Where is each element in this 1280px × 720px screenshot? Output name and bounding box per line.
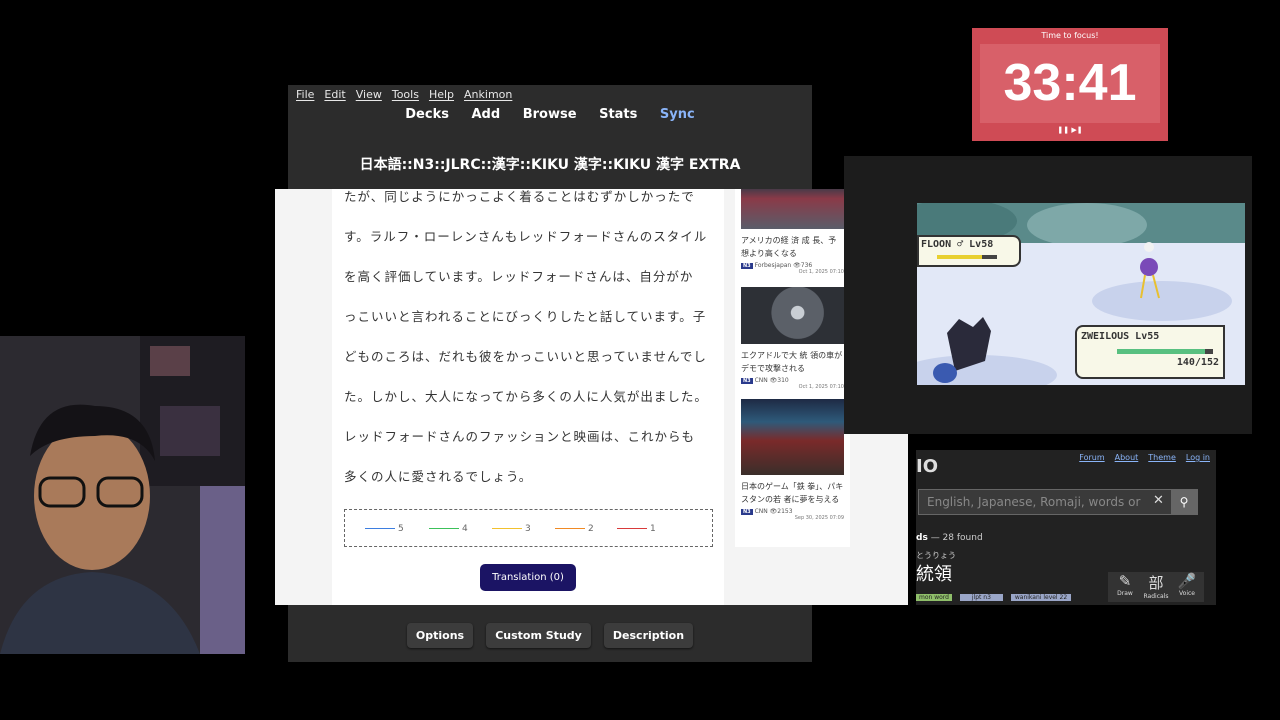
legend-item: 1 xyxy=(617,524,656,534)
search-input[interactable]: English, Japanese, Romaji, words or t xyxy=(927,495,1142,509)
deck-bottom-bar: Options Custom Study Description xyxy=(288,623,812,648)
tag: mon word xyxy=(916,594,952,601)
legend-swatch xyxy=(555,528,585,529)
legend-swatch xyxy=(365,528,395,529)
results-count: ds — 28 found xyxy=(916,533,983,543)
legend-item: 5 xyxy=(365,524,404,534)
decks-button[interactable]: Decks xyxy=(405,107,449,122)
news-item[interactable]: 日本のゲーム「鉄 拳」、パキスタンの若 者に夢を与える N3 CNN 👁2153… xyxy=(741,399,844,521)
webcam-image xyxy=(0,336,245,654)
custom-study-button[interactable]: Custom Study xyxy=(486,623,591,648)
legend-item: 4 xyxy=(429,524,468,534)
main-toolbar: Decks Add Browse Stats Sync xyxy=(288,107,812,122)
timer-controls[interactable]: ❚❚ ▶❚ xyxy=(972,126,1168,134)
news-item[interactable]: エクアドルで大 統 領の車がデモで攻撃される N3 CNN 👁310 Oct 1… xyxy=(741,287,844,390)
word-kanji: 統領 xyxy=(916,564,952,585)
enemy-name: FLOON ♂ Lv58 xyxy=(921,239,994,250)
focus-timer: Time to focus! 33:41 ❚❚ ▶❚ xyxy=(972,28,1168,141)
radicals-tool[interactable]: 部 Radicals xyxy=(1141,572,1171,600)
article-line: す。ラルフ・ローレンさんもレッドフォードさんのスタイル xyxy=(344,229,708,244)
news-date: Oct 1, 2025 07:10 xyxy=(798,269,844,275)
menu-bar: File Edit View Tools Help Ankimon xyxy=(296,88,522,101)
news-title[interactable]: エクアドルで大 統 領の車がデモで攻撃される xyxy=(741,349,844,375)
tag: wanikani level 22 xyxy=(1010,594,1072,601)
jisho-search-box: English, Japanese, Romaji, words or t ✕ … xyxy=(918,489,1198,515)
news-thumbnail[interactable] xyxy=(741,287,844,344)
search-icon[interactable]: ⚲ xyxy=(1171,490,1197,514)
draw-tool[interactable]: ✎ Draw xyxy=(1110,572,1140,597)
enemy-pokemon xyxy=(1140,258,1158,276)
voice-tool[interactable]: 🎤 Voice xyxy=(1172,572,1202,597)
microphone-icon: 🎤 xyxy=(1177,572,1197,590)
player-name: ZWEILOUS Lv55 xyxy=(1081,331,1160,342)
article-text: たが、同じようにかっこよく着ることはむずかしかったで す。ラルフ・ローレンさんも… xyxy=(344,189,719,497)
deck-title: 日本語::N3::JLRC::漢字::KIKU 漢字::KIKU 漢字 EXTR… xyxy=(359,157,741,173)
menu-help[interactable]: Help xyxy=(429,88,454,101)
article-panel: たが、同じようにかっこよく着ることはむずかしかったで す。ラルフ・ローレンさんも… xyxy=(332,189,724,605)
news-meta: N3 CNN 👁310 xyxy=(741,377,789,384)
legend-item: 2 xyxy=(555,524,594,534)
article-line: を高く評価しています。レッドフォードさんは、自分がか xyxy=(344,269,694,284)
about-link[interactable]: About xyxy=(1115,453,1139,462)
game-window: FLOON ♂ Lv58 ZWEILOUS Lv55 140/152 xyxy=(844,156,1252,434)
sync-button[interactable]: Sync xyxy=(660,107,695,122)
news-date: Oct 1, 2025 07:10 xyxy=(798,384,844,390)
browse-button[interactable]: Browse xyxy=(523,107,577,122)
timer-label: Time to focus! xyxy=(1041,31,1099,40)
stats-button[interactable]: Stats xyxy=(599,107,637,122)
news-title[interactable]: アメリカの経 済 成 長、予想より高くなる xyxy=(741,234,844,260)
legend-item: 3 xyxy=(492,524,531,534)
webcam-feed xyxy=(0,336,245,654)
radicals-icon: 部 xyxy=(1148,574,1164,592)
article-line: たが、同じようにかっこよく着ることはむずかしかったで xyxy=(344,189,695,204)
clear-icon[interactable]: ✕ xyxy=(1153,493,1164,508)
article-line: どものころは、だれも彼をかっこいいと思っていませんでし xyxy=(344,349,707,364)
player-hp-bar xyxy=(1117,349,1213,354)
legend-swatch xyxy=(492,528,522,529)
article-line: た。しかし、大人になってから多くの人に人気が出ました。 xyxy=(344,389,708,404)
jisho-window: IO Forum About Theme Log in English, Japane… xyxy=(916,450,1216,605)
timer-display: 33:41 xyxy=(980,44,1160,123)
tag: jlpt n3 xyxy=(959,594,1003,601)
news-sidebar: アメリカの経 済 成 長、予想より高くなる N3 Forbesjapan 👁73… xyxy=(735,189,850,547)
player-hp-text: 140/152 xyxy=(1176,357,1219,368)
menu-edit[interactable]: Edit xyxy=(324,88,345,101)
news-meta: N3 Forbesjapan 👁736 xyxy=(741,262,813,269)
add-button[interactable]: Add xyxy=(472,107,501,122)
options-button[interactable]: Options xyxy=(406,623,474,648)
jisho-logo[interactable]: IO xyxy=(916,456,938,477)
rating-legend: 5 4 3 2 1 xyxy=(344,509,713,547)
legend-swatch xyxy=(617,528,647,529)
menu-file[interactable]: File xyxy=(296,88,314,101)
battle-screen: FLOON ♂ Lv58 ZWEILOUS Lv55 140/152 xyxy=(917,203,1245,385)
news-date: Sep 30, 2025 07:09 xyxy=(794,515,844,521)
news-item[interactable]: アメリカの経 済 成 長、予想より高くなる N3 Forbesjapan 👁73… xyxy=(741,189,844,275)
translation-button[interactable]: Translation (0) xyxy=(480,564,576,591)
article-line: レッドフォードさんのファッションと映画は、これからも xyxy=(344,429,696,444)
player-hp-box: ZWEILOUS Lv55 140/152 xyxy=(1075,325,1225,379)
enemy-hp-box: FLOON ♂ Lv58 xyxy=(917,235,1021,267)
article-line: 多くの人に愛されるでしょう。 xyxy=(344,469,533,484)
jisho-nav: Forum About Theme Log in xyxy=(1069,453,1210,462)
article-line: っこいいと言われることにびっくりしたと話しています。子 xyxy=(344,309,707,324)
legend-swatch xyxy=(429,528,459,529)
description-button[interactable]: Description xyxy=(603,623,694,648)
draw-icon: ✎ xyxy=(1118,572,1132,590)
reader-window: たが、同じようにかっこよく着ることはむずかしかったで す。ラルフ・ローレンさんも… xyxy=(275,189,908,605)
menu-view[interactable]: View xyxy=(356,88,382,101)
news-meta: N3 CNN 👁2153 xyxy=(741,508,793,515)
word-tags: mon word jlpt n3 wanikani level 22 xyxy=(916,594,1072,601)
login-link[interactable]: Log in xyxy=(1186,453,1210,462)
enemy-hp-bar xyxy=(937,255,997,259)
news-title[interactable]: 日本のゲーム「鉄 拳」、パキスタンの若 者に夢を与える xyxy=(741,480,844,506)
input-tools: ✎ Draw 部 Radicals 🎤 Voice xyxy=(1108,572,1204,602)
menu-tools[interactable]: Tools xyxy=(392,88,419,101)
news-thumbnail[interactable] xyxy=(741,399,844,475)
theme-link[interactable]: Theme xyxy=(1148,453,1176,462)
menu-ankimon[interactable]: Ankimon xyxy=(464,88,512,101)
news-thumbnail[interactable] xyxy=(741,189,844,229)
forum-link[interactable]: Forum xyxy=(1079,453,1104,462)
